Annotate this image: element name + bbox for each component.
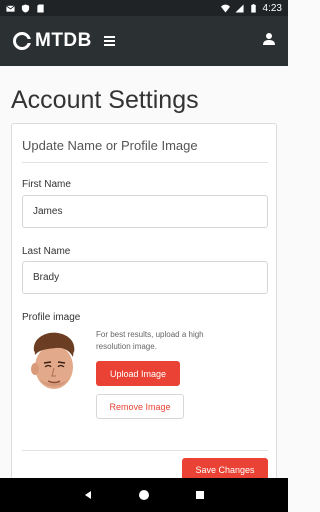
mail-icon: [6, 4, 15, 12]
profile-avatar: [31, 332, 75, 389]
profile-image-label: Profile image: [22, 312, 81, 323]
card-title: Update Name or Profile Image: [22, 138, 198, 153]
first-name-field[interactable]: James: [22, 195, 268, 228]
battery-icon: [250, 3, 256, 13]
shield-icon: [21, 3, 30, 13]
system-nav-bar: [0, 478, 288, 512]
app-logo[interactable]: MTDB: [12, 30, 92, 52]
upload-hint: For best results, upload a high resoluti…: [96, 330, 204, 351]
divider: [22, 450, 268, 451]
recents-icon[interactable]: [190, 485, 210, 505]
sd-card-icon: [37, 3, 44, 13]
settings-card: Update Name or Profile Image First Name …: [11, 123, 277, 512]
status-time: 4:23: [262, 2, 282, 14]
status-bar: 4:23: [0, 0, 288, 16]
remove-image-button[interactable]: Remove Image: [96, 394, 184, 419]
app-bar: MTDB: [0, 16, 288, 66]
home-icon[interactable]: [134, 485, 154, 505]
logo-icon: [13, 32, 32, 50]
hamburger-icon[interactable]: [103, 34, 115, 48]
back-icon[interactable]: [78, 485, 98, 505]
wifi-icon: [220, 4, 230, 13]
last-name-label: Last Name: [22, 246, 71, 257]
signal-icon: [234, 3, 244, 13]
person-icon[interactable]: [262, 32, 276, 51]
upload-image-button[interactable]: Upload Image: [96, 361, 180, 386]
divider: [22, 162, 268, 163]
last-name-field[interactable]: Brady: [22, 261, 268, 294]
logo-text: MTDB: [35, 30, 92, 51]
first-name-label: First Name: [22, 179, 71, 190]
page-title: Account Settings: [11, 86, 199, 114]
